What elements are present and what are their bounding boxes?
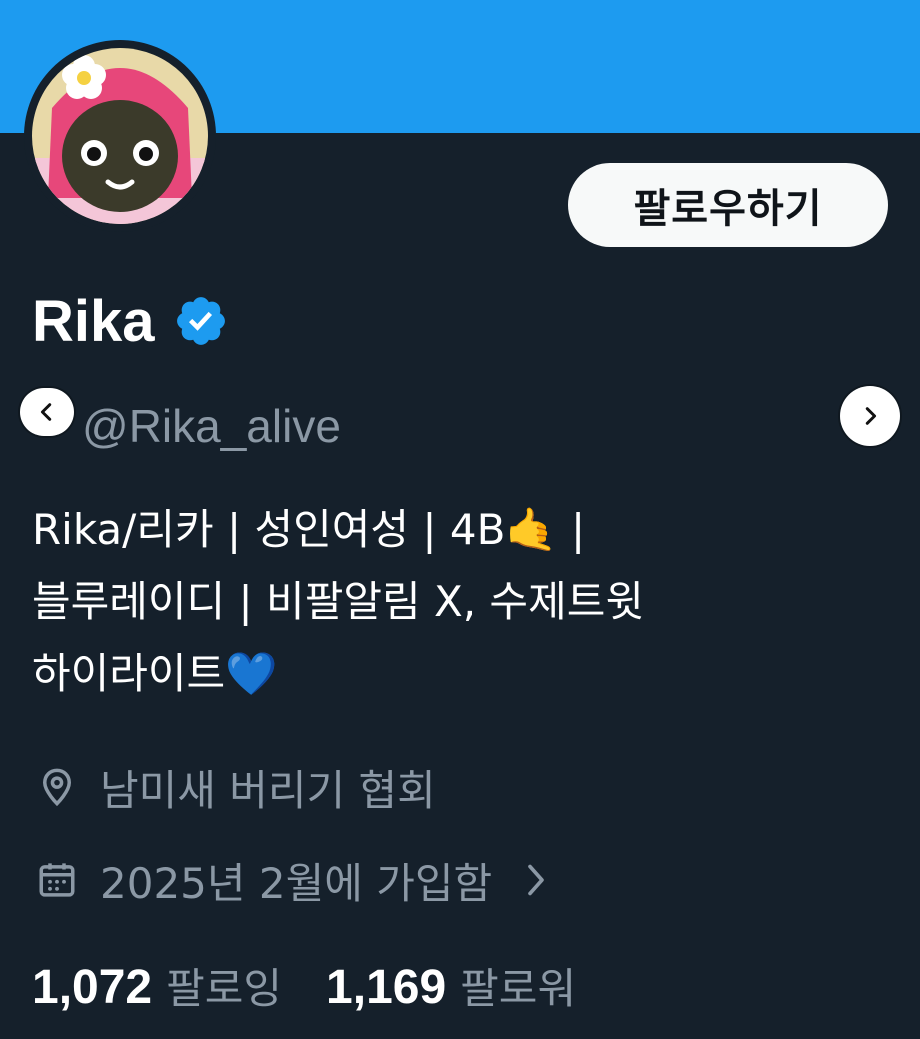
previous-button[interactable]	[20, 388, 74, 436]
bio-line: Rika/리카 | 성인여성 | 4B🤙 |	[32, 505, 586, 554]
chevron-right-icon	[865, 407, 877, 425]
bio-line: 블루레이디 | 비팔알림 X, 수제트윗	[32, 577, 644, 626]
calendar-icon	[39, 863, 75, 897]
followers-label: 팔로워	[460, 963, 577, 1013]
follow-button[interactable]: 팔로우하기	[568, 163, 888, 247]
bio-line: 하이라이트💙	[32, 649, 278, 698]
joined-row[interactable]: 2025년 2월에 가입함	[36, 850, 550, 910]
stats-row: 1,072 팔로잉 1,169 팔로워	[32, 954, 620, 1016]
handle: @Rika_alive	[82, 400, 341, 452]
joined-text: 2025년 2월에 가입함	[100, 858, 493, 908]
avatar[interactable]	[24, 40, 216, 232]
display-name: Rika	[32, 288, 155, 354]
handle-row: @Rika_alive	[32, 396, 341, 456]
following-stat[interactable]: 1,072 팔로잉	[32, 955, 282, 1016]
location-pin-icon	[42, 768, 72, 807]
following-label: 팔로잉	[166, 963, 283, 1013]
location-text: 남미새 버리기 협회	[100, 765, 436, 815]
name-row: Rika	[32, 286, 229, 356]
verified-badge-icon[interactable]	[173, 293, 229, 349]
followers-stat[interactable]: 1,169 팔로워	[326, 955, 576, 1016]
avatar-image	[32, 48, 208, 224]
location-row: 남미새 버리기 협회	[36, 757, 436, 817]
bio: Rika/리카 | 성인여성 | 4B🤙 | 블루레이디 | 비팔알림 X, 수…	[32, 494, 882, 710]
next-button[interactable]	[840, 386, 900, 446]
chevron-left-icon	[40, 403, 52, 421]
followers-count: 1,169	[326, 960, 447, 1014]
following-count: 1,072	[32, 960, 153, 1014]
chevron-right-icon	[528, 864, 544, 896]
